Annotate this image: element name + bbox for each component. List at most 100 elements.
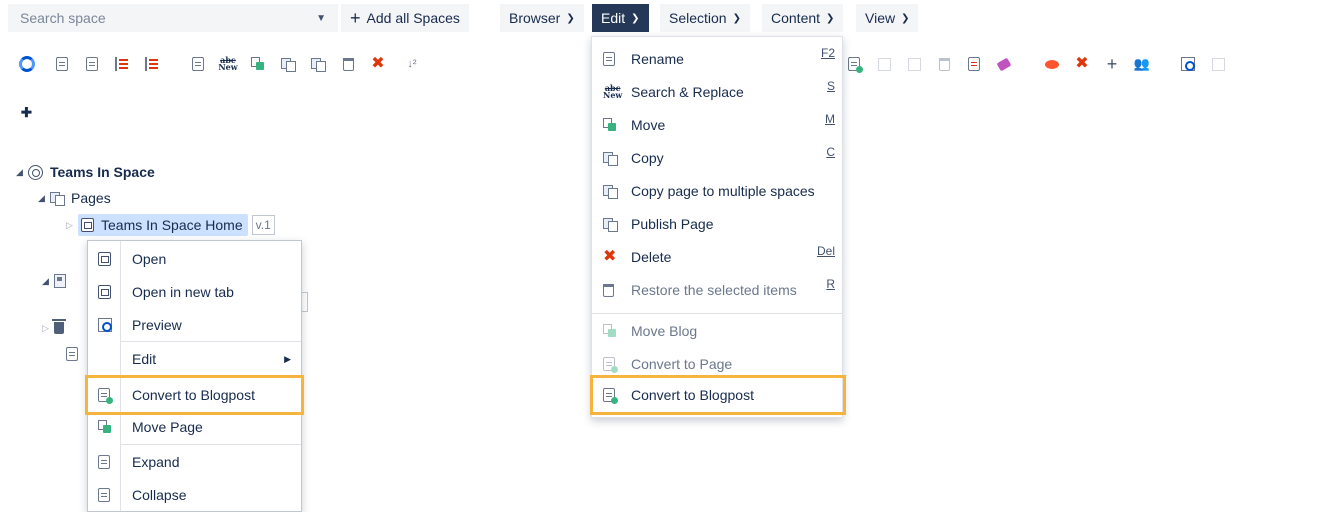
- search-space-input[interactable]: Search space ▼: [8, 4, 338, 32]
- label-button[interactable]: [992, 52, 1016, 76]
- home-button: [872, 52, 896, 76]
- open-icon: [98, 252, 111, 266]
- watch-button[interactable]: [1040, 52, 1064, 76]
- edit-dropdown-menu: Rename F2 abc New Search & Replace S Move…: [590, 36, 846, 418]
- tree-node-blog[interactable]: ◢: [42, 270, 73, 292]
- refresh-icon: [19, 56, 35, 72]
- home-page-title: Teams In Space Home: [101, 217, 243, 233]
- new-icon: abc New: [218, 55, 238, 72]
- edit-publish-page-label: Publish Page: [631, 216, 714, 232]
- add-page-icon: [848, 57, 863, 73]
- page-icon: [907, 57, 921, 71]
- shortcut-r: R: [826, 277, 835, 291]
- expanded-triangle-icon[interactable]: ◢: [38, 193, 50, 204]
- ctx-open-new-tab-label: Open in new tab: [132, 284, 234, 300]
- ctx-preview[interactable]: Preview: [88, 309, 301, 341]
- ctx-convert-to-blogpost[interactable]: Convert to Blogpost: [85, 375, 304, 415]
- move-button[interactable]: [246, 52, 270, 76]
- add-button[interactable]: +: [1100, 52, 1124, 76]
- version-badge: v.1: [251, 215, 275, 235]
- chevron-down-icon: ❯: [826, 12, 835, 24]
- collapsed-triangle-icon[interactable]: ▷: [42, 323, 54, 334]
- expand-button[interactable]: [50, 52, 74, 76]
- copy-multiple-button[interactable]: [306, 52, 330, 76]
- edit-move-blog-label: Move Blog: [631, 323, 698, 339]
- edit-restore-label: Restore the selected items: [631, 282, 797, 298]
- edit-rename[interactable]: Rename F2: [592, 43, 842, 75]
- search-replace-button[interactable]: abc New: [216, 52, 240, 76]
- copy-icon: [281, 58, 296, 72]
- copy-button[interactable]: [276, 52, 300, 76]
- edit-convert-to-page-label: Convert to Page: [631, 356, 733, 372]
- tree-grid-icon: [145, 57, 159, 71]
- edit-copy[interactable]: Copy C: [592, 142, 842, 174]
- edit-move-label: Move: [631, 117, 666, 133]
- ctx-move-page[interactable]: Move Page: [88, 411, 301, 443]
- tree-node-pages[interactable]: ◢ Pages: [38, 187, 111, 209]
- selected-node[interactable]: Teams In Space Home: [78, 214, 248, 236]
- ctx-collapse-label: Collapse: [132, 487, 187, 503]
- ctx-edit[interactable]: Edit ▶: [88, 343, 301, 375]
- rename-icon: [192, 57, 204, 71]
- red-page-button[interactable]: [962, 52, 986, 76]
- edit-publish-page[interactable]: Publish Page: [592, 208, 842, 240]
- collapse-button[interactable]: [80, 52, 104, 76]
- ctx-open-new-tab[interactable]: Open in new tab: [88, 276, 301, 308]
- restore-icon: [342, 57, 354, 71]
- eye-icon: [1045, 59, 1059, 69]
- menu-browser[interactable]: Browser ❯: [500, 4, 584, 32]
- edit-restore[interactable]: Restore the selected items R: [592, 274, 842, 306]
- edit-search-replace[interactable]: abc New Search & Replace S: [592, 76, 842, 108]
- tree-node-trash[interactable]: ▷: [42, 317, 71, 339]
- edit-delete[interactable]: ✖ Delete Del: [592, 241, 842, 273]
- expand-tree-button[interactable]: [110, 52, 134, 76]
- pages-label: Pages: [71, 190, 111, 206]
- menu-view[interactable]: View ❯: [856, 4, 919, 32]
- add-light-button: [1206, 52, 1230, 76]
- tree-node-page[interactable]: [66, 343, 85, 365]
- refresh-button[interactable]: [15, 52, 39, 76]
- expanded-triangle-icon[interactable]: ◢: [42, 276, 54, 287]
- add-all-spaces-button[interactable]: + Add all Spaces: [341, 4, 469, 32]
- pin-button[interactable]: ✖: [15, 100, 39, 124]
- menu-edit[interactable]: Edit ❯: [592, 4, 649, 32]
- chevron-down-icon: ❯: [732, 12, 741, 24]
- copy-icon: [603, 152, 618, 166]
- rename-icon: [603, 52, 615, 66]
- menu-content[interactable]: Content ❯: [762, 4, 844, 32]
- edit-convert-to-blogpost[interactable]: Convert to Blogpost: [590, 375, 846, 415]
- trash-button: [932, 52, 956, 76]
- edit-move[interactable]: Move M: [592, 109, 842, 141]
- move-icon: [251, 57, 265, 71]
- sort-button[interactable]: ↓²: [400, 52, 424, 76]
- ctx-open[interactable]: Open: [88, 243, 301, 275]
- blog-icon: [54, 274, 66, 288]
- menu-selection[interactable]: Selection ❯: [660, 4, 750, 32]
- edit-copy-label: Copy: [631, 150, 664, 166]
- ctx-collapse[interactable]: Collapse: [88, 479, 301, 511]
- chevron-down-icon: ❯: [566, 12, 575, 24]
- ctx-expand[interactable]: Expand: [88, 446, 301, 478]
- tree-node-home[interactable]: ▷ Teams In Space Home v.1: [66, 214, 275, 236]
- tree-node-space[interactable]: ◢ Teams In Space: [16, 161, 155, 183]
- remove-button[interactable]: ✖: [1070, 52, 1094, 76]
- collapse-tree-button[interactable]: [140, 52, 164, 76]
- delete-button[interactable]: ✖: [366, 52, 390, 76]
- restore-button[interactable]: [336, 52, 360, 76]
- space-icon: [28, 164, 43, 180]
- plus-icon: +: [1106, 54, 1118, 74]
- edit-convert-to-page: Convert to Page: [592, 348, 842, 380]
- move-icon: [98, 420, 112, 434]
- chevron-down-icon[interactable]: ▼: [316, 13, 326, 24]
- expanded-triangle-icon[interactable]: ◢: [16, 167, 28, 178]
- preview-button[interactable]: [1176, 52, 1200, 76]
- edit-copy-multiple-spaces[interactable]: Copy page to multiple spaces: [592, 175, 842, 207]
- users-button[interactable]: 👥: [1130, 52, 1154, 76]
- convert-to-blogpost-icon: [98, 388, 113, 404]
- collapsed-triangle-icon[interactable]: ▷: [66, 220, 78, 231]
- delete-icon: ✖: [603, 248, 617, 265]
- edit-search-replace-label: Search & Replace: [631, 84, 744, 100]
- add-page-button[interactable]: [842, 52, 866, 76]
- chevron-down-icon: ❯: [901, 12, 910, 24]
- rename-button[interactable]: [186, 52, 210, 76]
